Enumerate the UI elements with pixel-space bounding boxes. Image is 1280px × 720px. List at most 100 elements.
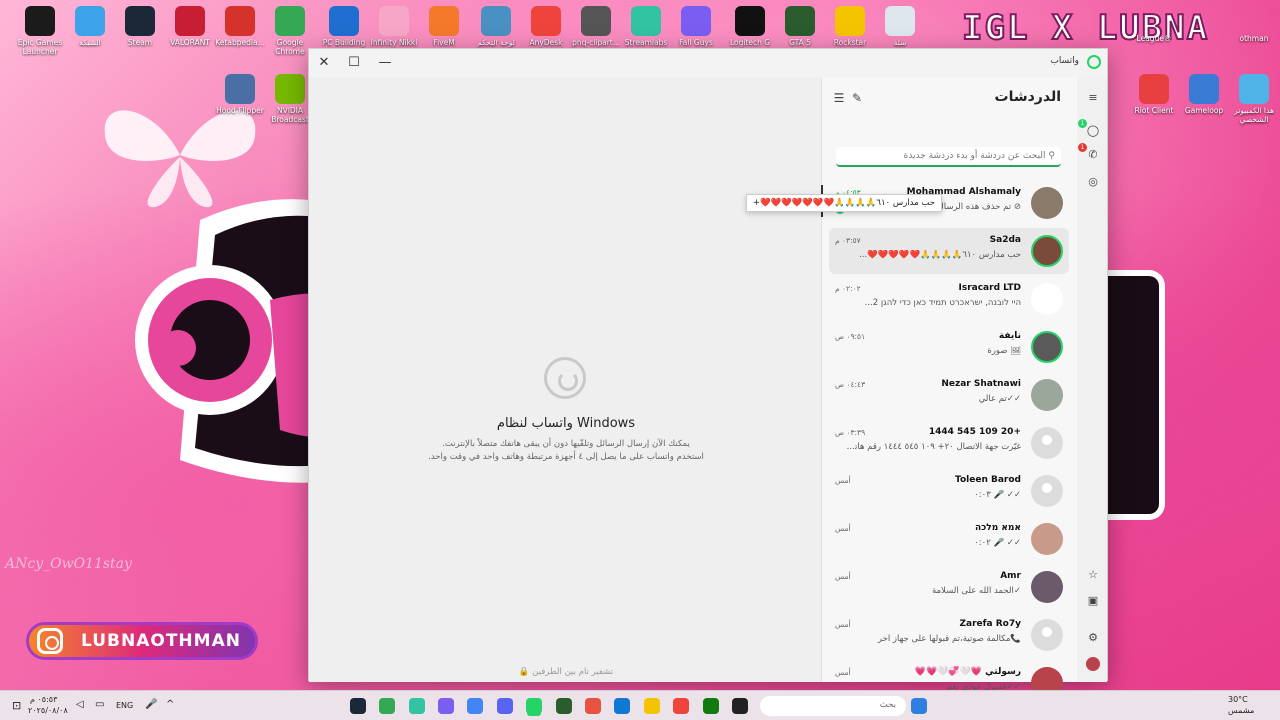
minimize-button[interactable]: — [370,53,400,73]
profile-avatar[interactable] [1086,657,1100,671]
app-icon [329,6,359,36]
chat-list-item[interactable]: Sa2da حب مدارس ٦١٠🙏🙏🙏🙏❤️❤️❤️❤️❤️... ٠٣:٥٧ … [829,228,1069,274]
app-icon [275,74,305,104]
archive-icon[interactable]: ▣ [1086,594,1100,608]
desktop-icon[interactable]: سلة [872,2,928,47]
taskbar-app-icon[interactable] [409,698,425,714]
taskbar-app-icon[interactable] [438,698,454,714]
desktop-icon-label: هذا الكمبيوتر الشخصي [1234,106,1274,124]
avatar[interactable] [1031,187,1063,219]
start-button[interactable] [911,698,927,714]
taskbar-app-icon[interactable] [350,698,366,714]
status-icon[interactable]: ◎ [1086,175,1100,189]
starred-icon[interactable]: ☆ [1086,568,1100,582]
app-icon [835,6,865,36]
chat-list-item[interactable]: Amr ✓الحمد الله على السلامة أمس [829,564,1069,610]
chevron-up-icon[interactable]: ^ [166,699,174,710]
clock-time[interactable]: ٠٥:٥٣ م [30,695,57,704]
speaker-icon[interactable]: ◁ [76,699,84,710]
chat-preview: حب مدارس ٦١٠🙏🙏🙏🙏❤️❤️❤️❤️❤️... [859,250,1021,260]
desktop-icon-label: Streamlabs [624,38,668,47]
desktop-icon[interactable]: VALORANT [162,2,218,47]
message-tooltip: حب مدارس ٦١٠🙏🙏🙏🙏❤️❤️❤️❤️❤️❤️❤️+ [745,194,942,212]
chat-name: Isracard LTD [958,283,1022,293]
taskbar-app-icon[interactable] [673,698,689,714]
desktop-icon[interactable]: هذا الكمبيوتر الشخصي [1226,70,1280,124]
calls-icon[interactable]: ✆ [1086,148,1100,162]
avatar[interactable] [1031,283,1063,315]
avatar[interactable] [1031,475,1063,507]
taskbar-app-icon[interactable] [497,698,513,714]
taskbar-app-icon[interactable] [526,698,542,714]
taskbar-app-icon[interactable] [585,698,601,714]
close-button[interactable]: ✕ [309,53,339,73]
desktop-label-league[interactable]: League® [1126,34,1182,43]
desktop-icon[interactable]: Hood Flipper [212,70,268,115]
chat-list-item[interactable]: Nezar Shatnawi ✓✓تم عالي ٠٤:٤٣ ص [829,372,1069,418]
weather-temp[interactable]: 30°C [1228,695,1248,704]
chat-list-item[interactable]: +20 109 545 1444 غيّرت جهة الاتصال ٢٠+ ١٠… [829,420,1069,466]
desktop-icon[interactable]: FiveM [416,2,472,47]
desktop-icon[interactable]: GTA 5 [772,2,828,47]
taskbar-app-icon[interactable] [614,698,630,714]
notification-icon[interactable]: ⊡ [12,699,21,712]
taskbar-search[interactable]: بحث [760,696,906,716]
whatsapp-icon [544,357,586,399]
avatar[interactable] [1031,427,1063,459]
chat-list-item[interactable]: Isracard LTD היי לובנה, ישראכרט תמיד כאן … [829,276,1069,322]
desktop-icon[interactable]: Gameloop [1176,70,1232,115]
avatar[interactable] [1031,619,1063,651]
app-icon [225,74,255,104]
taskbar-app-icon[interactable] [644,698,660,714]
network-icon[interactable]: ▭ [95,699,104,710]
avatar[interactable] [1031,379,1063,411]
settings-icon[interactable]: ⚙ [1086,631,1100,645]
desktop-icon[interactable]: Epic Games Launcher [12,2,68,56]
desktop-icon[interactable]: الشبكة [62,2,118,47]
taskbar-app-icon[interactable] [379,698,395,714]
avatar[interactable] [1031,523,1063,555]
desktop-icon[interactable]: Logitech G [722,2,778,47]
avatar[interactable] [1031,571,1063,603]
desktop-icon[interactable]: Riot Client [1126,70,1182,115]
avatar[interactable] [1031,331,1063,363]
desktop-icon[interactable]: Ketabpedia... [212,2,268,47]
desktop-icon[interactable]: PC Building [316,2,372,47]
language-indicator[interactable]: ENG [116,701,133,710]
desktop-icon-label: Rockstar [833,38,867,47]
taskbar-app-icon[interactable] [703,698,719,714]
maximize-button[interactable]: ☐ [339,53,369,73]
avatar[interactable] [1031,235,1063,267]
desktop-icon-label: GTA 5 [789,38,811,47]
new-chat-icon[interactable]: ✎ [848,89,866,107]
desktop-icon[interactable]: لوحة التحكم [468,2,524,47]
instagram-handle: LUBNAOTHMAN [81,631,241,651]
chat-name: Nezar Shatnawi [941,379,1021,389]
desktop-icon[interactable]: AnyDesk [518,2,574,47]
desktop-icon[interactable]: pnq-clipart... [568,2,624,47]
app-icon [429,6,459,36]
weather-desc[interactable]: مشمس [1228,706,1254,715]
taskbar-app-icon[interactable] [467,698,483,714]
chat-list-item[interactable]: אמא מלכה ✓✓ 🎤 ٠:٠٢ أمس [829,516,1069,562]
desktop-icon[interactable]: Fall Guys [668,2,724,47]
chat-list-item[interactable]: Toleen Barod ✓✓ 🎤 ٠:٠٣ أمس [829,468,1069,514]
desktop-icon[interactable]: Infinity Nikki [366,2,422,47]
clock-date[interactable]: ٢٠٢٥/٠٨/٠٨ [28,706,68,715]
chat-name: +20 109 545 1444 [928,427,1021,437]
chat-name: نايفة [998,331,1021,341]
desktop-icon[interactable]: Steam [112,2,168,47]
chat-list-item[interactable]: Zarefa Ro7y 📞مكالمة صوتية،تم قبولها على ج… [829,612,1069,658]
chat-name: Toleen Barod [955,475,1021,485]
filter-icon[interactable]: ☰ [830,89,848,107]
taskbar-app-icon[interactable] [556,698,572,714]
desktop-label-othman[interactable]: othman [1226,34,1280,43]
menu-icon[interactable]: ≡ [1086,91,1100,105]
search-input[interactable]: ⚲ البحث عن دردشة أو بدء دردشة جديدة [836,147,1061,167]
desktop-icon[interactable]: Rockstar [822,2,878,47]
chats-icon[interactable]: ◯ [1086,124,1100,138]
desktop-icon[interactable]: Streamlabs [618,2,674,47]
mic-icon[interactable]: 🎤 [145,699,157,710]
taskbar-app-icon[interactable] [732,698,748,714]
chat-list-item[interactable]: نايفة 🖼 صورة ٠٩:٥١ ص [829,324,1069,370]
